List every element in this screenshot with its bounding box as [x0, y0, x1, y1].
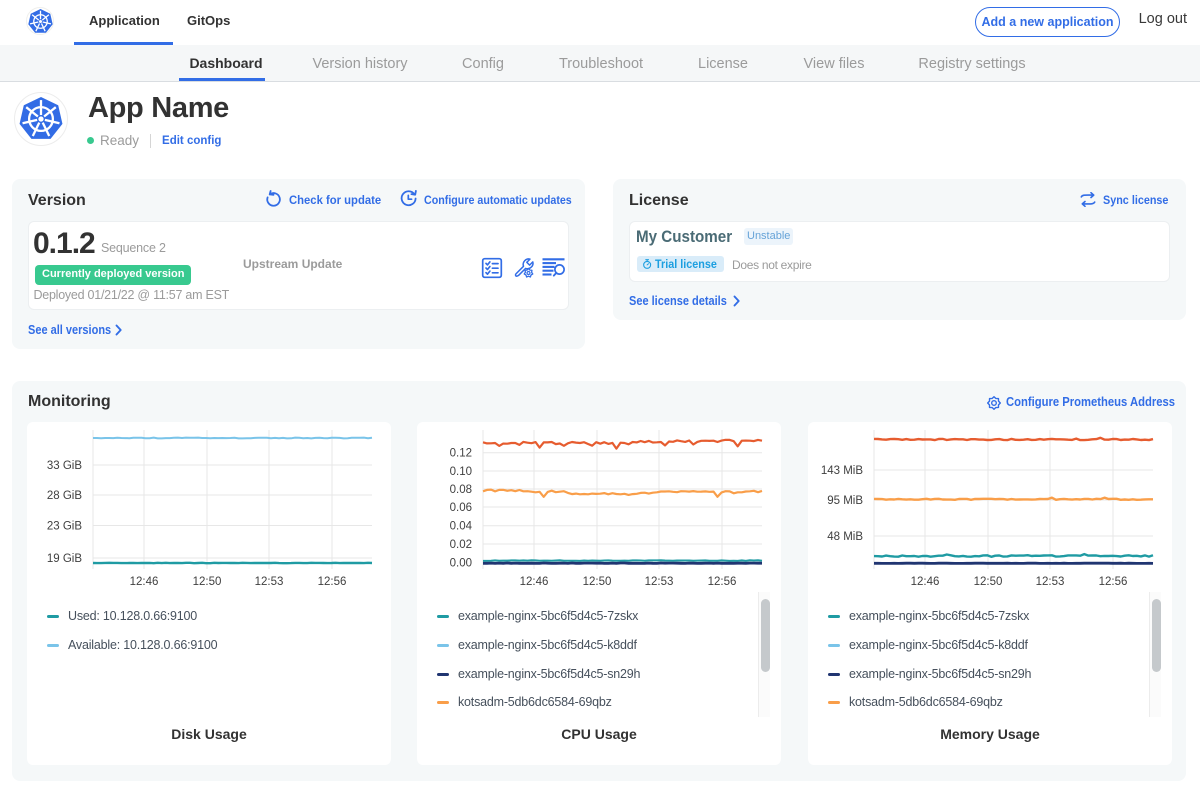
- svg-text:12:56: 12:56: [318, 576, 347, 588]
- svg-text:0.10: 0.10: [450, 466, 472, 478]
- svg-text:12:46: 12:46: [520, 576, 549, 588]
- svg-text:23 GiB: 23 GiB: [47, 521, 82, 533]
- svg-text:19 GiB: 19 GiB: [47, 553, 82, 565]
- svg-text:143 MiB: 143 MiB: [821, 465, 864, 477]
- svg-text:28 GiB: 28 GiB: [47, 490, 82, 502]
- svg-text:33 GiB: 33 GiB: [47, 460, 82, 472]
- svg-text:12:53: 12:53: [1036, 576, 1065, 588]
- svg-text:0.04: 0.04: [450, 521, 473, 533]
- svg-text:12:50: 12:50: [974, 576, 1003, 588]
- svg-text:95 MiB: 95 MiB: [827, 495, 863, 507]
- svg-text:0.06: 0.06: [450, 502, 472, 514]
- svg-text:12:46: 12:46: [130, 576, 159, 588]
- svg-text:0.08: 0.08: [450, 484, 472, 496]
- svg-text:12:53: 12:53: [645, 576, 674, 588]
- svg-text:0.00: 0.00: [450, 557, 472, 569]
- svg-text:0.12: 0.12: [450, 448, 472, 460]
- svg-text:12:56: 12:56: [1099, 576, 1128, 588]
- svg-text:48 MiB: 48 MiB: [827, 531, 863, 543]
- svg-text:12:50: 12:50: [583, 576, 612, 588]
- svg-text:12:53: 12:53: [255, 576, 284, 588]
- svg-text:12:46: 12:46: [911, 576, 940, 588]
- svg-text:12:56: 12:56: [708, 576, 737, 588]
- svg-text:0.02: 0.02: [450, 539, 472, 551]
- svg-text:12:50: 12:50: [193, 576, 222, 588]
